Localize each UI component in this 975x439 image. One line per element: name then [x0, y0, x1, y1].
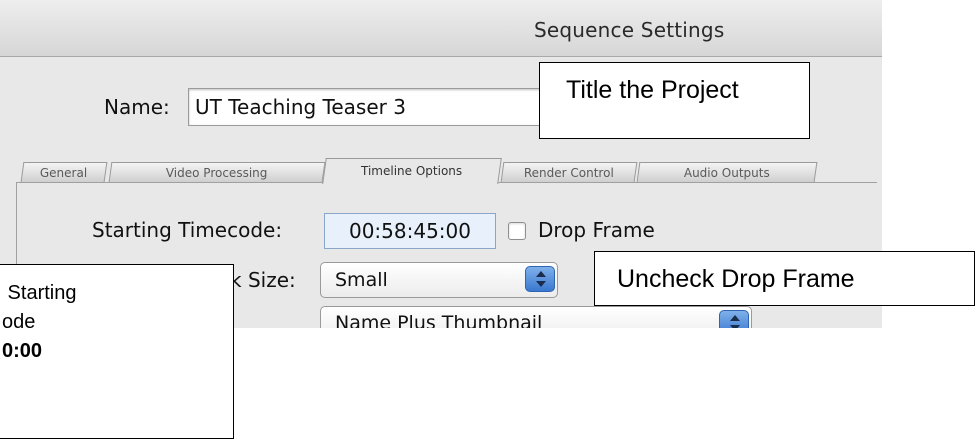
window-title: Sequence Settings [534, 18, 725, 42]
track-size-stepper-icon [525, 266, 555, 292]
starting-timecode-input[interactable]: 00:58:45:00 [324, 213, 496, 249]
callout-starting-line-2: ode [2, 311, 36, 333]
title-bar: Sequence Settings [0, 0, 882, 57]
tab-bar: General Video Processing Timeline Option… [16, 152, 856, 184]
drop-frame-checkbox[interactable] [508, 222, 526, 240]
callout-starting-timecode: Starting ode 0:00 [0, 264, 234, 439]
thumbnail-display-value: Name Plus Thumbnail [335, 312, 543, 328]
tab-render-control[interactable]: Render Control [500, 162, 638, 182]
starting-timecode-label: Starting Timecode: [92, 218, 283, 242]
tab-timeline-options[interactable]: Timeline Options [322, 158, 502, 184]
name-input[interactable]: UT Teaching Teaser 3 [188, 88, 568, 126]
thumbnail-display-stepper-icon [719, 310, 749, 328]
tab-video-processing[interactable]: Video Processing [108, 162, 326, 182]
name-label: Name: [104, 95, 170, 119]
thumbnail-display-select[interactable]: Name Plus Thumbnail [320, 306, 752, 328]
track-size-select[interactable]: Small [320, 262, 558, 298]
track-size-value: Small [335, 269, 388, 291]
callout-starting-line-1: Starting [2, 282, 77, 304]
tab-general[interactable]: General [20, 162, 108, 182]
thumbnail-display-label: ... [232, 313, 252, 328]
callout-title-project: Title the Project [539, 62, 810, 139]
tab-audio-outputs[interactable]: Audio Outputs [636, 162, 818, 182]
drop-frame-label: Drop Frame [538, 218, 655, 242]
callout-uncheck-drop-frame: Uncheck Drop Frame [594, 251, 975, 306]
track-size-label: k Size: [230, 268, 296, 292]
callout-starting-line-3: 0:00 [2, 340, 43, 362]
